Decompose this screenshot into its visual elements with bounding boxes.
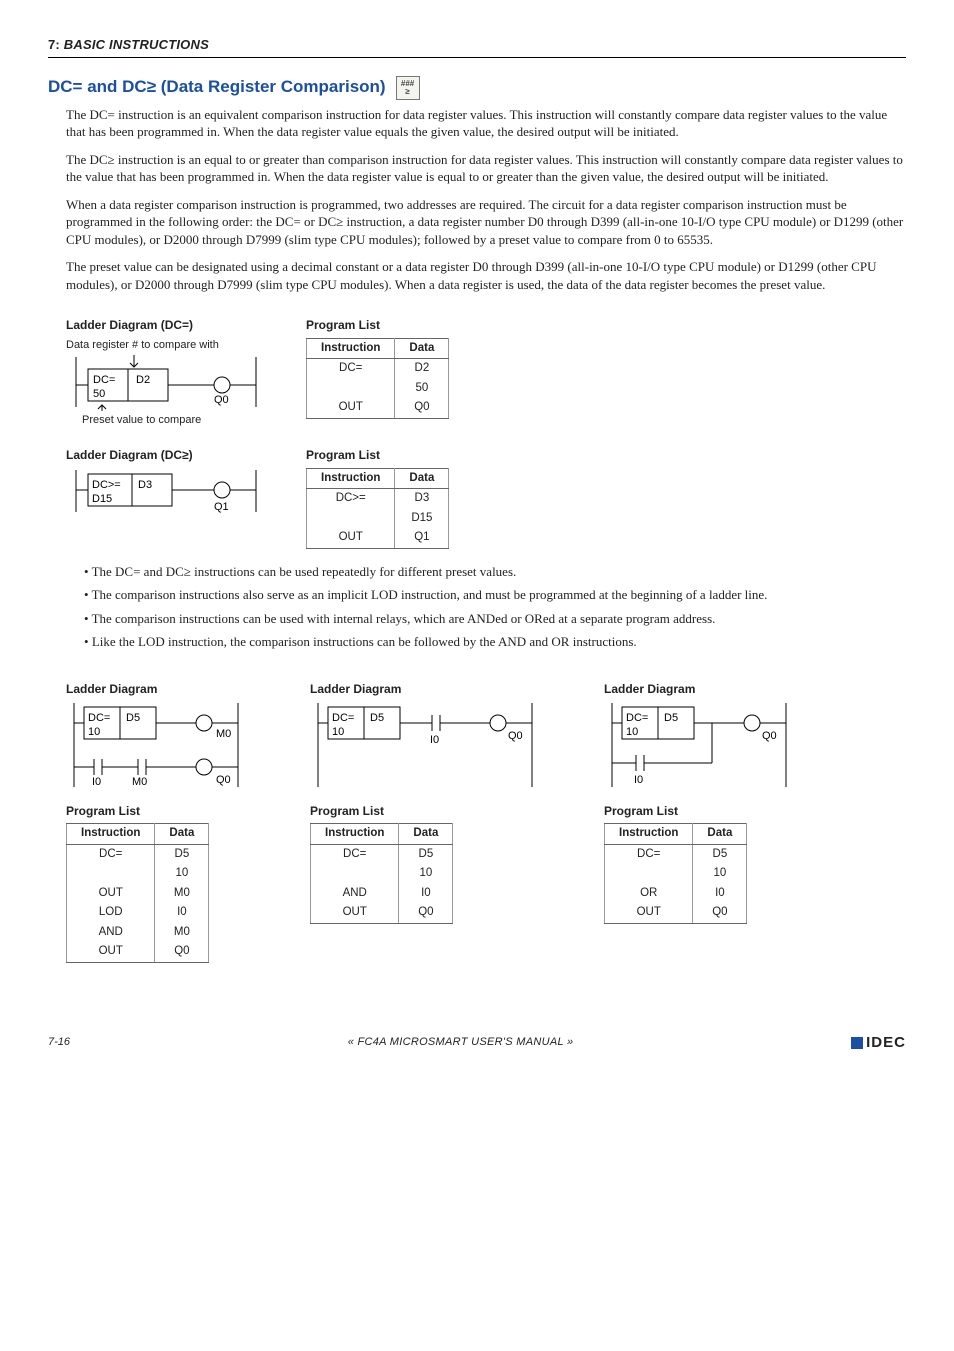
ladder-dcge-heading: Ladder Diagram (DC≥): [66, 447, 266, 463]
proglist-dceq-heading: Program List: [306, 317, 449, 333]
svg-text:D5: D5: [664, 712, 678, 724]
chapter-title: BASIC INSTRUCTIONS: [64, 37, 209, 52]
col-instr: Instruction: [307, 468, 395, 489]
svg-text:10: 10: [88, 726, 100, 738]
ladder-dcge-diagram: DC>= D15 D3 Q1: [66, 468, 266, 514]
list-item: The comparison instructions also serve a…: [84, 586, 906, 604]
ladderA-heading: Ladder Diagram: [66, 681, 246, 697]
page-footer: 7-16 « FC4A MICROSMART USER'S MANUAL » I…: [48, 1033, 906, 1053]
notes-list: The DC= and DC≥ instructions can be used…: [66, 563, 906, 651]
ladder-dceq-heading: Ladder Diagram (DC=): [66, 317, 266, 333]
ladder-top-note: Data register # to compare with: [66, 338, 266, 353]
progB-table: InstructionData DC=D5 10 ANDI0 OUTQ0: [310, 823, 453, 924]
body-para-2: The DC≥ instruction is an equal to or gr…: [66, 151, 906, 186]
svg-text:DC>=: DC>=: [92, 479, 121, 491]
progA-heading: Program List: [66, 803, 246, 819]
svg-text:10: 10: [626, 726, 638, 738]
svg-text:I0: I0: [430, 734, 439, 746]
list-item: Like the LOD instruction, the comparison…: [84, 633, 906, 651]
svg-text:M0: M0: [132, 776, 147, 788]
col-data: Data: [395, 338, 449, 359]
manual-title: « FC4A MICROSMART USER'S MANUAL »: [348, 1035, 574, 1050]
progA-table: InstructionData DC=D5 10 OUTM0 LODI0 AND…: [66, 823, 209, 963]
svg-text:I0: I0: [92, 776, 101, 788]
brand-text: IDEC: [866, 1033, 906, 1053]
svg-text:DC=: DC=: [93, 374, 115, 386]
ladder-bottom-note: Preset value to compare: [82, 413, 266, 428]
progB-heading: Program List: [310, 803, 540, 819]
body-para-3: When a data register comparison instruct…: [66, 196, 906, 249]
list-item: The DC= and DC≥ instructions can be used…: [84, 563, 906, 581]
icon-bottom: ≥: [401, 88, 414, 96]
proglist-dcge-heading: Program List: [306, 447, 449, 463]
ladderB-diagram: DC= 10 D5 I0 Q0: [310, 701, 540, 789]
ladderC-heading: Ladder Diagram: [604, 681, 794, 697]
chapter-header: 7: BASIC INSTRUCTIONS: [48, 36, 906, 58]
list-item: The comparison instructions can be used …: [84, 610, 906, 628]
svg-text:DC=: DC=: [332, 712, 354, 724]
ladderA-diagram: DC= 10 D5 M0 I0 M0 Q0: [66, 701, 246, 789]
page-number: 7-16: [48, 1035, 70, 1050]
svg-text:D5: D5: [370, 712, 384, 724]
svg-text:10: 10: [332, 726, 344, 738]
progC-table: InstructionData DC=D5 10 ORI0 OUTQ0: [604, 823, 747, 924]
body-para-4: The preset value can be designated using…: [66, 258, 906, 293]
svg-text:50: 50: [93, 388, 105, 400]
svg-text:DC=: DC=: [626, 712, 648, 724]
svg-text:DC=: DC=: [88, 712, 110, 724]
section-heading: DC= and DC≥ (Data Register Comparison) #…: [48, 76, 906, 100]
body-para-1: The DC= instruction is an equivalent com…: [66, 106, 906, 141]
brand-logo: IDEC: [851, 1033, 906, 1053]
col-instr: Instruction: [307, 338, 395, 359]
svg-text:I0: I0: [634, 774, 643, 786]
svg-text:D3: D3: [138, 479, 152, 491]
svg-text:D2: D2: [136, 374, 150, 386]
progC-heading: Program List: [604, 803, 794, 819]
svg-text:Q1: Q1: [214, 501, 229, 513]
comparison-icon: ### ≥: [396, 76, 420, 100]
svg-text:Q0: Q0: [508, 730, 523, 742]
brand-square-icon: [851, 1037, 863, 1049]
svg-text:M0: M0: [216, 728, 231, 740]
svg-text:D15: D15: [92, 493, 112, 505]
section-heading-text: DC= and DC≥ (Data Register Comparison): [48, 76, 386, 99]
svg-text:Q0: Q0: [214, 394, 229, 406]
ladderC-diagram: DC= 10 D5 Q0 I0: [604, 701, 794, 789]
proglist-dceq-table: InstructionData DC=D2 50 OUTQ0: [306, 338, 449, 419]
chapter-number: 7:: [48, 37, 60, 52]
ladder-dceq-diagram: DC= 50 D2 Q0: [66, 353, 266, 411]
col-data: Data: [395, 468, 449, 489]
ladderB-heading: Ladder Diagram: [310, 681, 540, 697]
svg-text:Q0: Q0: [762, 730, 777, 742]
proglist-dcge-table: InstructionData DC>=D3 D15 OUTQ1: [306, 468, 449, 549]
svg-text:Q0: Q0: [216, 774, 231, 786]
svg-text:D5: D5: [126, 712, 140, 724]
